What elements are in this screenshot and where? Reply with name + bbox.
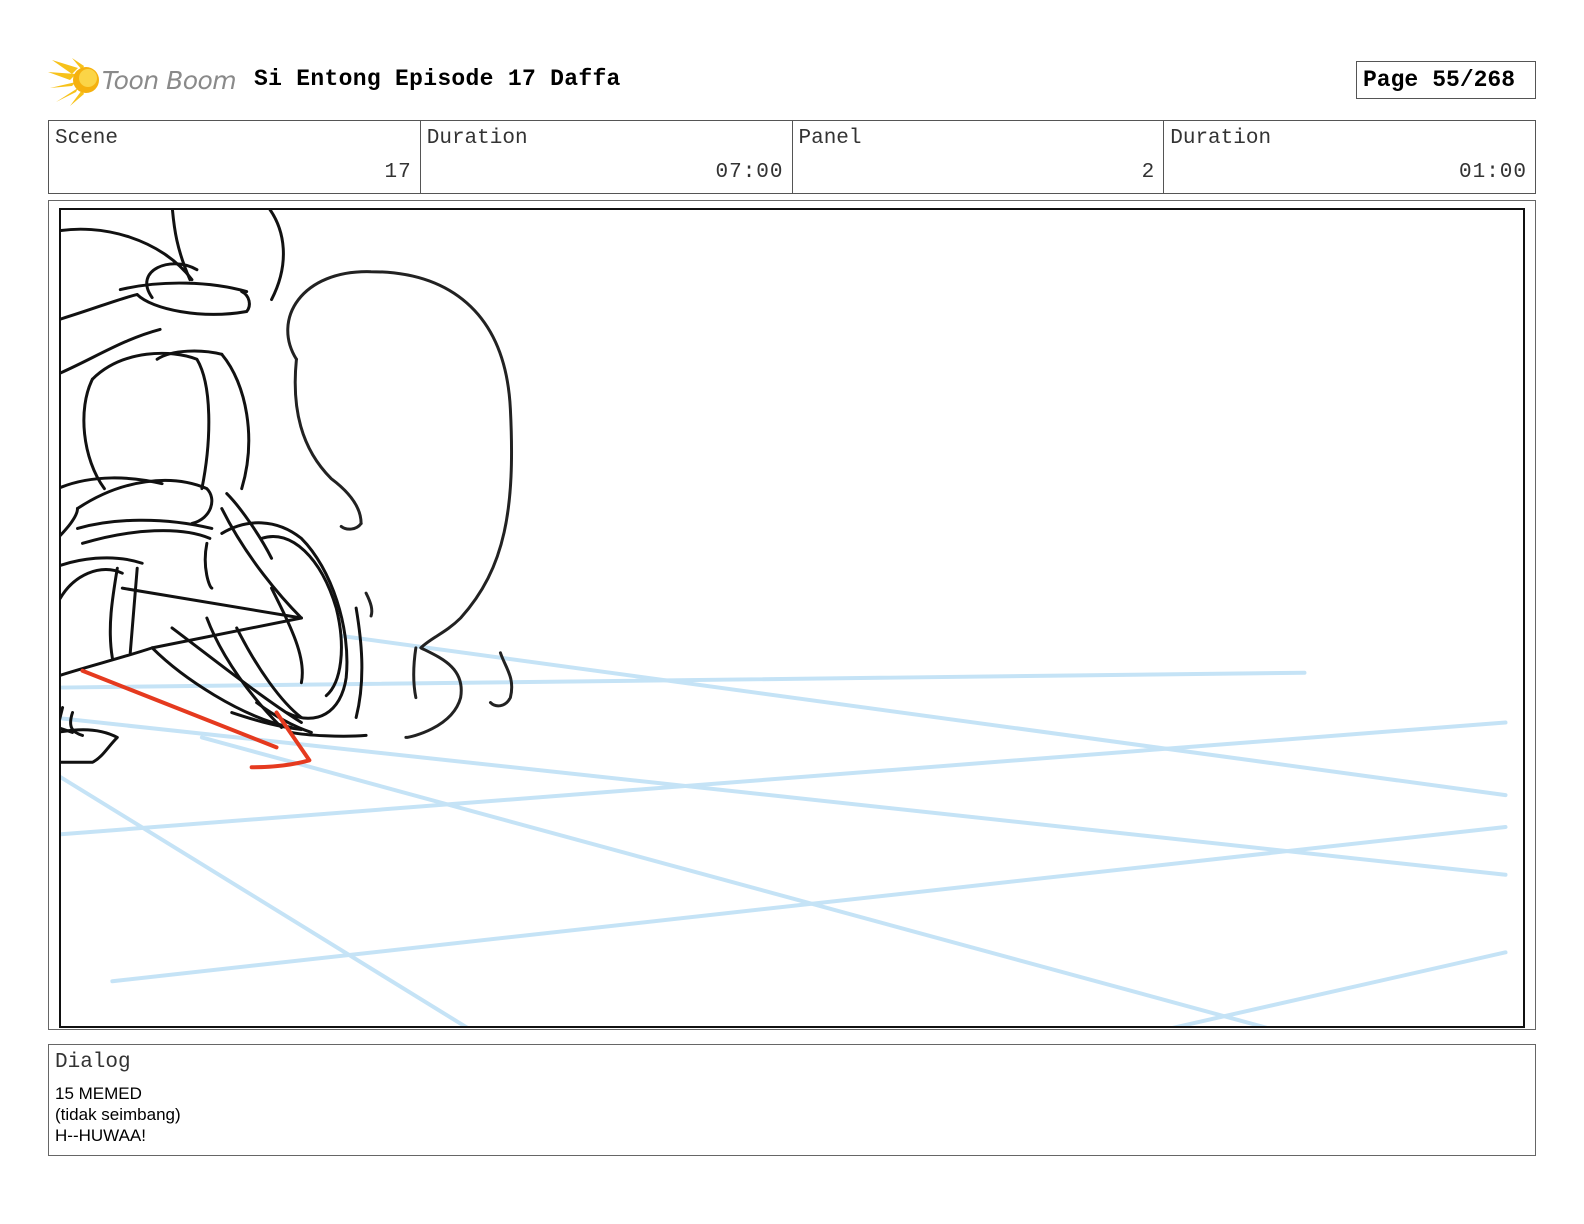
storyboard-header: Toon Boom Si Entong Episode 17 Daffa Pag… [48,52,1536,108]
panel-duration-cell: Duration 01:00 [1164,121,1535,193]
scene-value: 17 [384,161,412,184]
panel-cell: Panel 2 [793,121,1165,193]
logo-wordmark: Toon Boom [102,66,237,95]
scene-duration-cell: Duration 07:00 [421,121,793,193]
sun-burst-icon [48,58,99,106]
panel-duration-label: Duration [1170,127,1272,150]
scene-duration-value: 07:00 [715,161,784,184]
panel-label: Panel [798,127,862,150]
page-label: Page [1363,67,1419,93]
panel-duration-value: 01:00 [1458,161,1527,184]
storyboard-sketch [61,210,1508,1026]
dialog-line-character: 15 MEMED [55,1084,142,1103]
document-title: Si Entong Episode 17 Daffa [254,66,621,92]
dialog-text: 15 MEMED (tidak seimbang) H--HUWAA! [55,1083,181,1146]
balloon-head-sketch [286,270,514,739]
page-number: 55/268 [1432,67,1516,93]
scene-cell: Scene 17 [49,121,421,193]
dialog-box: Dialog 15 MEMED (tidak seimbang) H--HUWA… [48,1044,1536,1156]
dialog-label: Dialog [55,1051,131,1074]
scene-duration-label: Duration [426,127,528,150]
toon-boom-logo: Toon Boom [48,58,248,106]
panel-image [59,208,1525,1028]
panel-info-row: Scene 17 Duration 07:00 Panel 2 Duration… [48,120,1536,194]
dialog-line-speech: H--HUWAA! [55,1126,146,1145]
panel-value: 2 [1141,161,1156,184]
scene-label: Scene [55,127,119,150]
page-indicator: Page 55/268 [1356,61,1536,99]
panel-frame [48,200,1536,1030]
dialog-line-direction: (tidak seimbang) [55,1105,181,1124]
